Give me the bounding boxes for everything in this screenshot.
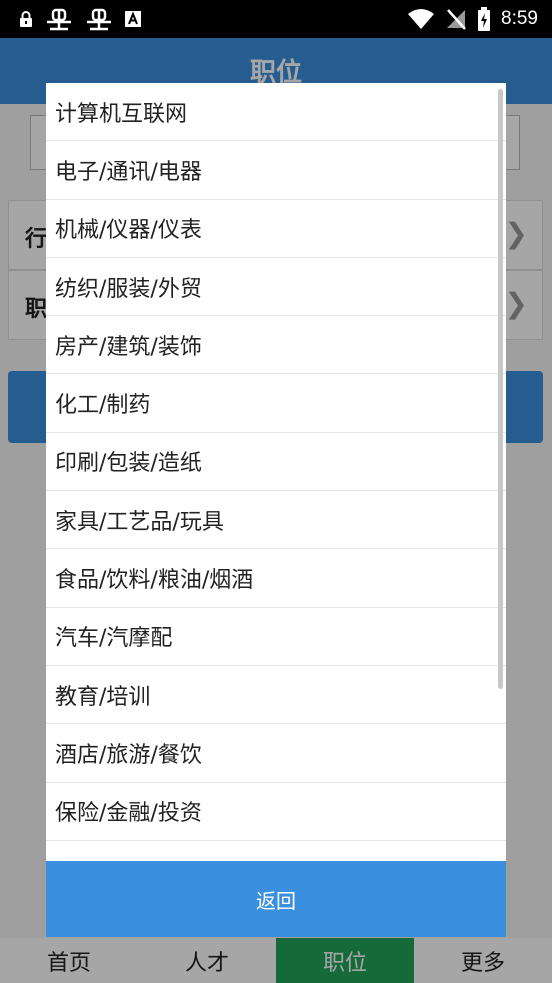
- return-button[interactable]: 返回: [46, 861, 506, 937]
- list-scrollbar[interactable]: [498, 89, 503, 689]
- list-item[interactable]: 教育/培训: [46, 666, 506, 725]
- list-item[interactable]: 计算机互联网: [46, 83, 506, 142]
- wifi-icon: [408, 9, 435, 29]
- a-box-icon: [125, 11, 141, 27]
- list-item[interactable]: 食品/饮料/粮油/烟酒: [46, 549, 506, 608]
- list-item[interactable]: 家具/工艺品/玩具: [46, 491, 506, 550]
- industry-picker-dialog: 计算机互联网 电子/通讯/电器 机械/仪器/仪表 纺织/服装/外贸 房产/建筑/…: [46, 83, 506, 937]
- list-item[interactable]: 印刷/包装/造纸: [46, 433, 506, 492]
- list-item[interactable]: 酒店/旅游/餐饮: [46, 724, 506, 783]
- list-item[interactable]: 纺织/服装/外贸: [46, 258, 506, 317]
- industry-list[interactable]: 计算机互联网 电子/通讯/电器 机械/仪器/仪表 纺织/服装/外贸 房产/建筑/…: [46, 83, 506, 861]
- battery-charging-icon: [478, 7, 491, 31]
- list-item[interactable]: 电子/通讯/电器: [46, 141, 506, 200]
- list-item-partial[interactable]: [46, 841, 506, 861]
- status-bar: 8:59: [0, 0, 552, 38]
- no-signal-icon: [447, 9, 466, 30]
- list-item[interactable]: 机械/仪器/仪表: [46, 200, 506, 258]
- bug-icon: [87, 8, 111, 31]
- list-item[interactable]: 汽车/汽摩配: [46, 608, 506, 666]
- list-item[interactable]: 房产/建筑/装饰: [46, 316, 506, 375]
- bug-icon: [47, 8, 71, 31]
- status-time: 8:59: [501, 8, 538, 29]
- status-right-icons: 8:59: [407, 6, 538, 32]
- status-left-icons: [18, 6, 142, 32]
- list-item[interactable]: 保险/金融/投资: [46, 783, 506, 841]
- list-item[interactable]: 化工/制药: [46, 374, 506, 433]
- lock-icon: [20, 11, 32, 27]
